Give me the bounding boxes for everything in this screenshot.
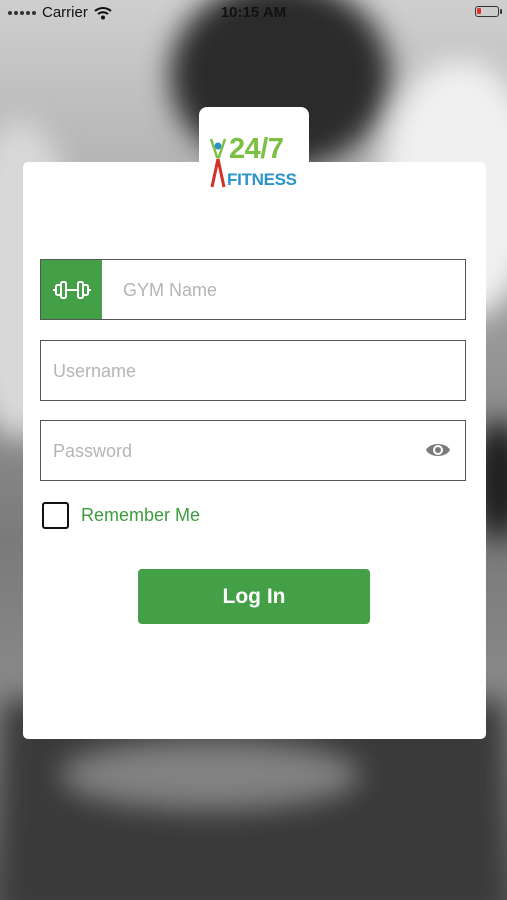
login-card: Remember Me Log In	[23, 162, 486, 739]
username-field	[40, 340, 466, 402]
password-field	[40, 420, 466, 482]
gym-name-field	[40, 259, 466, 321]
logo-subtitle: FITNESS	[227, 170, 297, 189]
username-input[interactable]	[51, 341, 455, 402]
status-bar: Carrier 10:15 AM	[0, 0, 507, 26]
dumbbell-icon-box	[41, 260, 102, 319]
figure-icon	[209, 138, 227, 188]
login-button[interactable]: Log In	[138, 569, 370, 624]
gym-name-input[interactable]	[121, 260, 455, 321]
battery-icon	[475, 6, 502, 17]
password-input[interactable]	[51, 421, 415, 482]
dumbbell-icon	[52, 280, 91, 299]
logo-title: 24/7	[229, 133, 284, 165]
app-logo: 24/7 FITNESS	[199, 107, 309, 207]
status-time: 10:15 AM	[220, 4, 287, 21]
remember-me-checkbox[interactable]	[42, 502, 69, 529]
remember-me[interactable]: Remember Me	[42, 502, 200, 529]
remember-me-label[interactable]: Remember Me	[81, 505, 200, 526]
eye-icon[interactable]	[425, 439, 451, 461]
